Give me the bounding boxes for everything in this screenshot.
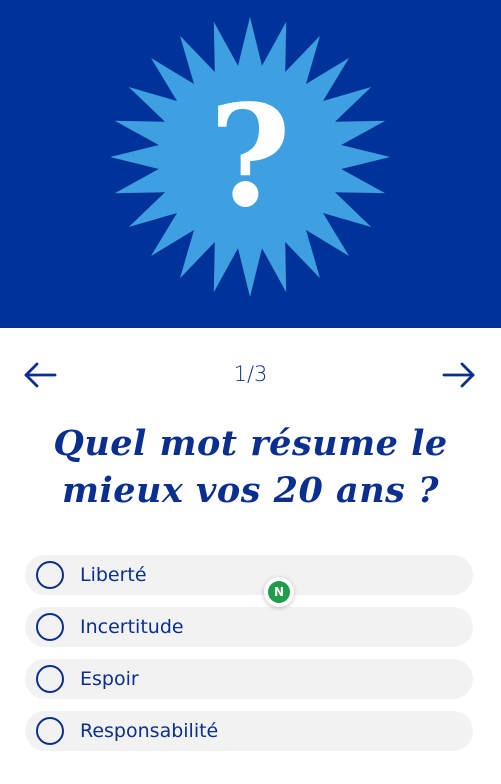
answer-options: Liberté Incertitude Espoir Responsabilit… xyxy=(25,555,473,763)
question-line-2: mieux vos 20 ans ? xyxy=(61,470,440,511)
option-label: Incertitude xyxy=(80,616,184,638)
question-mark-glyph: ? xyxy=(209,75,291,239)
option-label: Liberté xyxy=(80,564,147,586)
option-incertitude[interactable]: Incertitude xyxy=(25,607,473,647)
question-navigation: 1/3 xyxy=(0,356,501,396)
n-badge-icon[interactable]: N xyxy=(264,577,294,607)
option-liberte[interactable]: Liberté xyxy=(25,555,473,595)
progress-indicator: 1/3 xyxy=(233,362,268,386)
option-espoir[interactable]: Espoir xyxy=(25,659,473,699)
question-title: Quel mot résume le mieux vos 20 ans ? xyxy=(20,420,481,514)
badge-letter: N xyxy=(268,581,290,603)
radio-icon[interactable] xyxy=(36,613,64,641)
radio-icon[interactable] xyxy=(36,561,64,589)
option-label: Responsabilité xyxy=(80,720,219,742)
next-button[interactable] xyxy=(439,356,479,396)
option-responsabilite[interactable]: Responsabilité xyxy=(25,711,473,751)
option-label: Espoir xyxy=(80,668,139,690)
question-line-1: Quel mot résume le xyxy=(53,423,448,464)
radio-icon[interactable] xyxy=(36,665,64,693)
hero-banner: ? xyxy=(0,0,501,328)
starburst-question-icon: ? xyxy=(110,17,390,297)
radio-icon[interactable] xyxy=(36,717,64,745)
arrow-right-icon xyxy=(442,362,475,388)
